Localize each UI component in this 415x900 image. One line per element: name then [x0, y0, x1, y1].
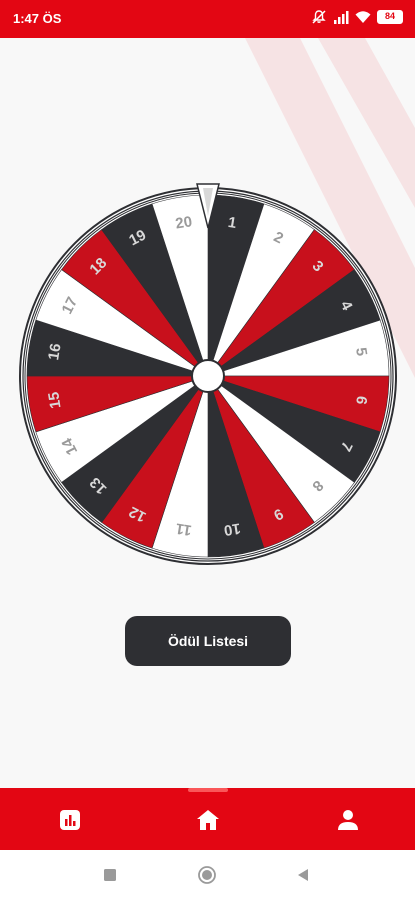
nav-profile[interactable]	[334, 806, 362, 834]
nav-active-indicator	[188, 788, 228, 792]
wheel-hub	[191, 359, 225, 393]
status-bar: 1:47 ÖS 84	[0, 0, 415, 38]
user-icon	[338, 810, 358, 830]
home-icon	[197, 810, 219, 830]
back-icon	[298, 869, 308, 881]
wifi-icon	[355, 10, 371, 24]
main-content: 1 2 3 4 5 6 7 8 9 10 11 12 13 14 15 16 17 18 19 20 Ödül Lis…	[0, 38, 415, 788]
spin-wheel[interactable]: 1234567891011121314151617181920	[0, 38, 415, 788]
wheel-number: 16	[45, 342, 64, 361]
prize-list-button[interactable]: Ödül Listesi	[125, 616, 291, 666]
nav-stats[interactable]	[56, 806, 84, 834]
home-circle-icon	[198, 866, 216, 884]
status-time: 1:47 ÖS	[13, 11, 62, 26]
signal-icon	[333, 10, 349, 24]
silent-mode-icon	[311, 9, 327, 25]
battery-level: 84	[384, 11, 395, 21]
wheel-number: 11	[175, 519, 193, 538]
stats-icon	[60, 810, 80, 830]
wheel-number: 20	[174, 213, 193, 232]
system-nav-bar	[0, 850, 415, 900]
recent-apps-icon	[104, 869, 116, 881]
back-button[interactable]	[294, 866, 312, 884]
wheel-number: 15	[45, 391, 64, 410]
wheel-number: 10	[223, 519, 242, 538]
status-icons: 84	[311, 9, 403, 25]
battery-icon: 84	[377, 10, 403, 24]
system-home-button[interactable]	[198, 866, 216, 884]
bottom-nav	[0, 788, 415, 850]
nav-home[interactable]	[194, 806, 222, 834]
recent-apps-button[interactable]	[101, 866, 119, 884]
